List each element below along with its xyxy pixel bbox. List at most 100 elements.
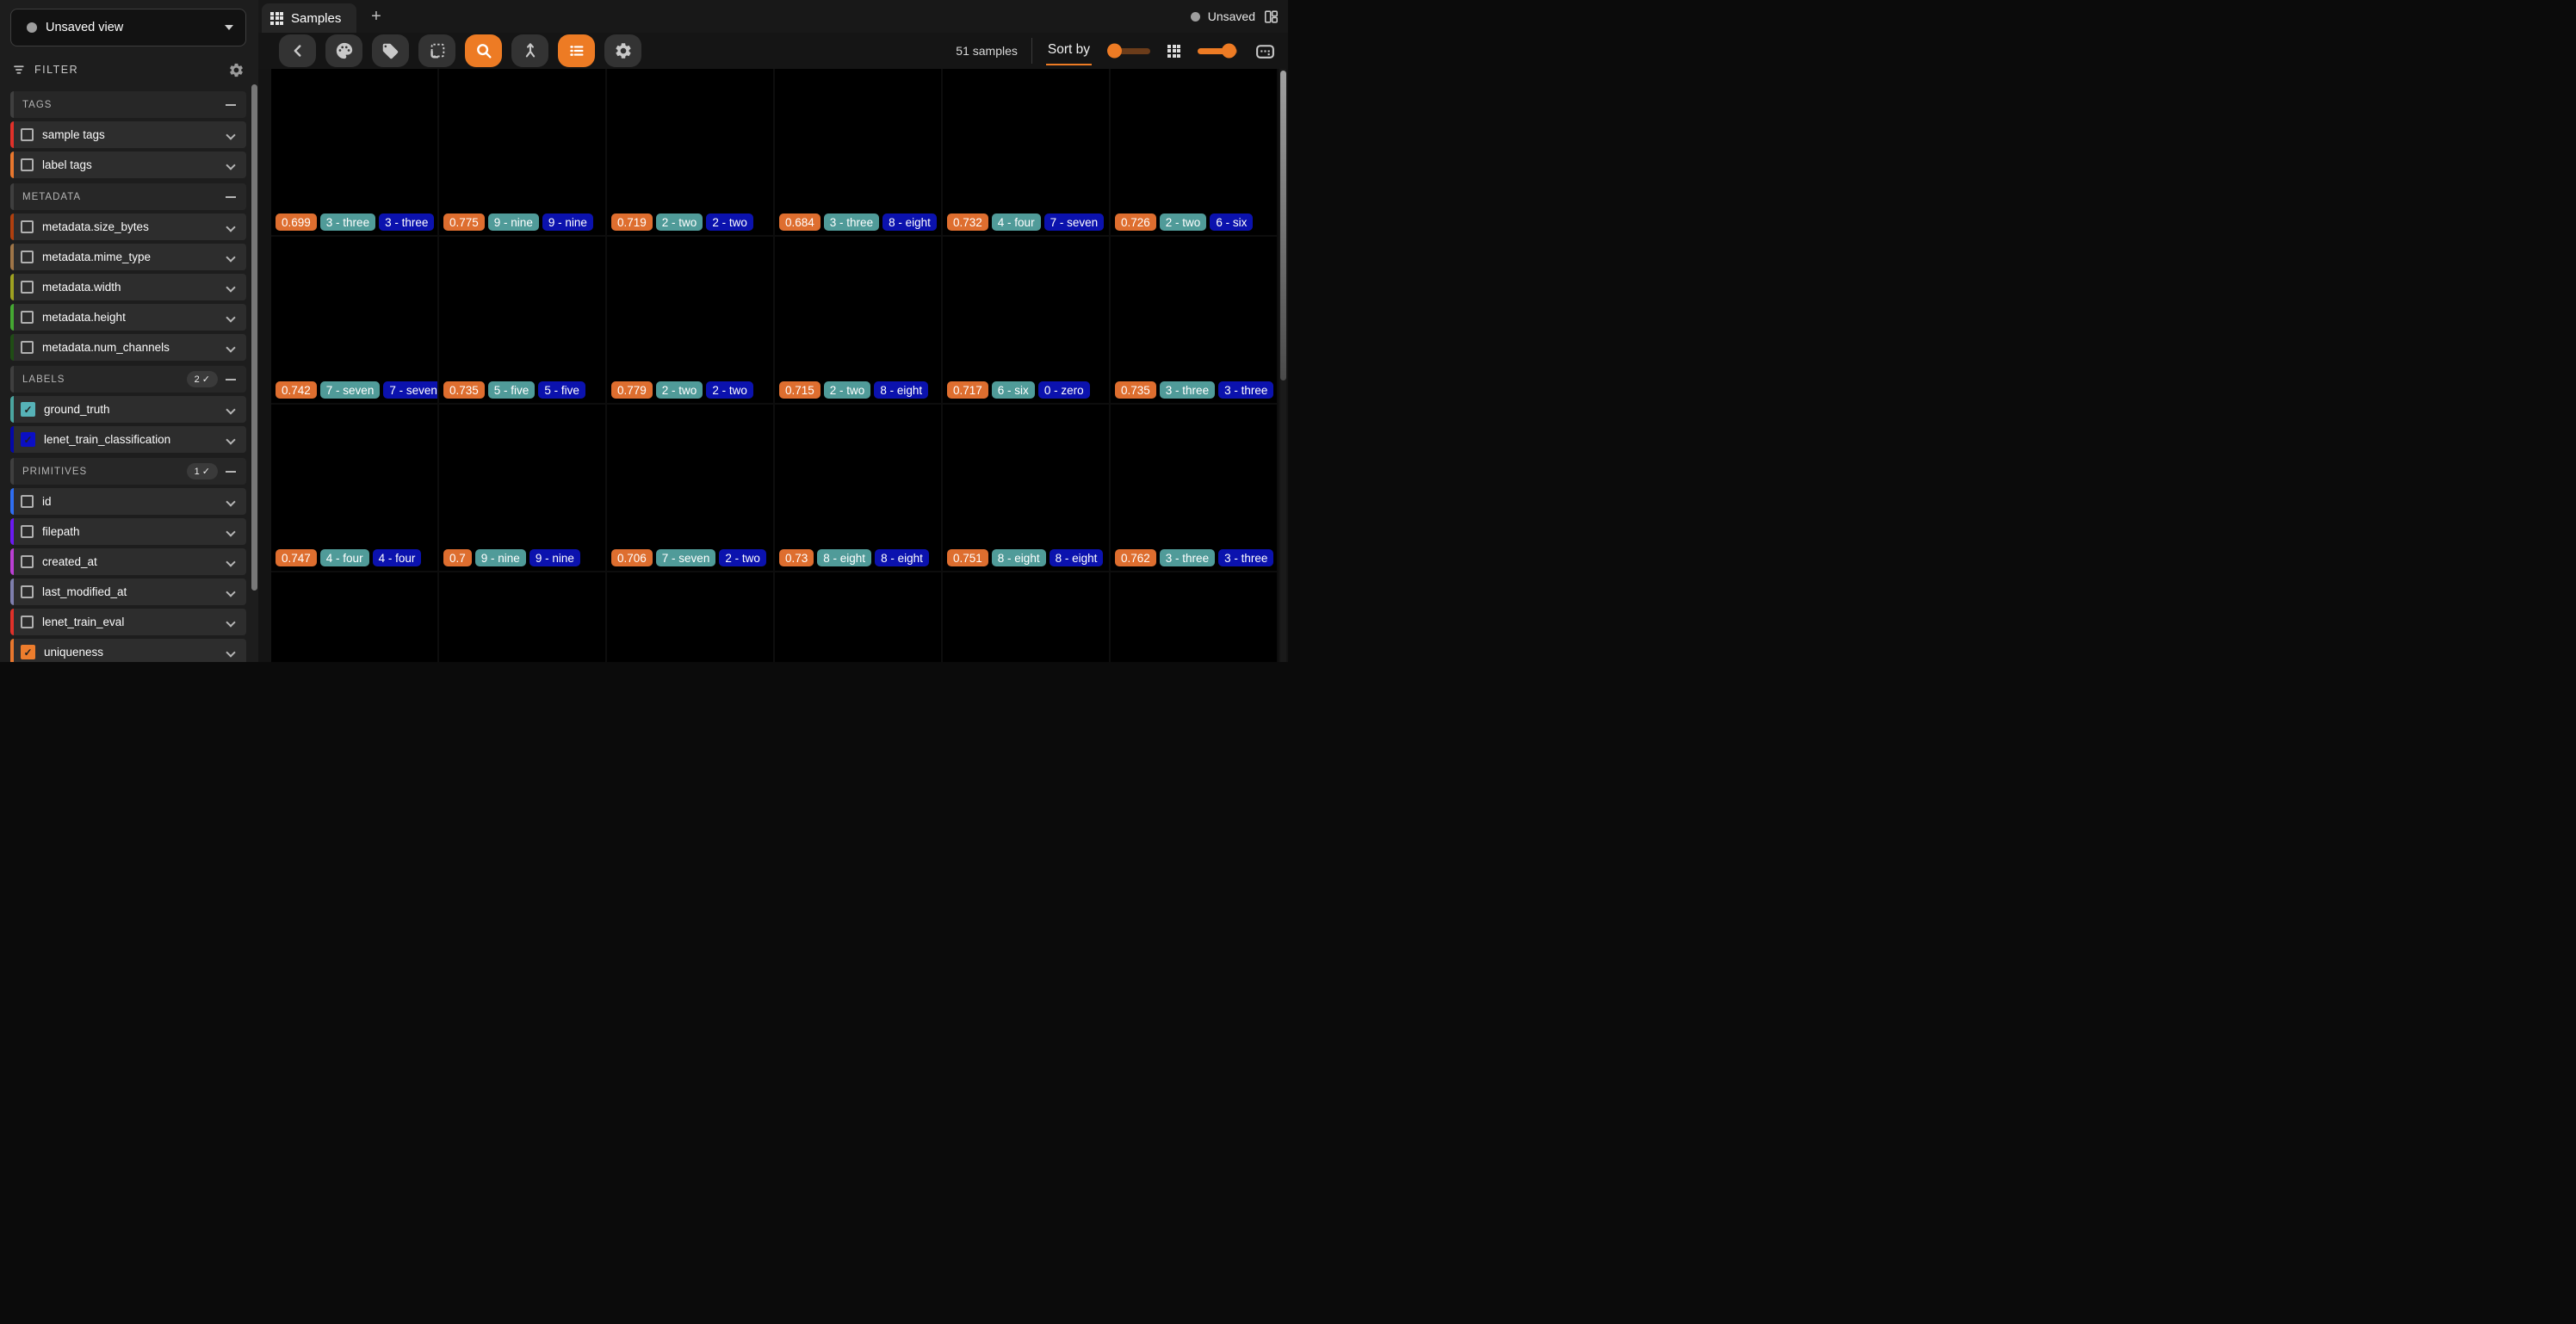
chevron-down-icon[interactable]: [226, 222, 235, 232]
sidebar-section-header-tags[interactable]: TAGS: [10, 91, 246, 118]
sidebar-item-lenet-train-eval[interactable]: lenet_train_eval: [10, 609, 246, 635]
sample-tile[interactable]: 0.751 8 - eight 8 - eight: [943, 405, 1109, 571]
field-checkbox[interactable]: [21, 341, 34, 354]
sidebar-section-header-metadata[interactable]: METADATA: [10, 183, 246, 210]
new-tab-button[interactable]: +: [365, 5, 387, 28]
grid-zoom-slider[interactable]: [1198, 48, 1237, 54]
chevron-down-icon[interactable]: [226, 617, 235, 627]
sidebar-item-uniqueness[interactable]: ✓ uniqueness: [10, 639, 246, 662]
sidebar-item-metadata-num-channels[interactable]: metadata.num_channels: [10, 334, 246, 361]
field-checkbox[interactable]: [21, 495, 34, 508]
grid-scrollbar[interactable]: [1280, 69, 1286, 662]
sample-tile[interactable]: 0.775 9 - nine 9 - nine: [439, 69, 605, 235]
chevron-down-icon[interactable]: [226, 130, 235, 139]
field-checkbox[interactable]: ✓: [21, 402, 35, 417]
collapse-minus-icon[interactable]: [226, 471, 236, 473]
sidebar-item-id[interactable]: id: [10, 488, 246, 515]
settings-button[interactable]: [604, 34, 641, 67]
sample-tile[interactable]: 0.7 9 - nine 9 - nine: [439, 405, 605, 571]
field-checkbox[interactable]: ✓: [21, 432, 35, 447]
sample-tile[interactable]: 0.715 2 - two 8 - eight: [775, 237, 941, 403]
sidebar-item-created-at[interactable]: created_at: [10, 548, 246, 575]
chevron-down-icon[interactable]: [226, 647, 235, 657]
chevron-down-icon[interactable]: [226, 405, 235, 414]
sidebar-item-metadata-size-bytes[interactable]: metadata.size_bytes: [10, 213, 246, 240]
split-view-button[interactable]: [511, 34, 548, 67]
field-checkbox[interactable]: [21, 251, 34, 263]
collapse-minus-icon[interactable]: [226, 104, 236, 106]
sample-tile[interactable]: 0.719 2 - two 2 - two: [607, 69, 773, 235]
slider-knob[interactable]: [1222, 44, 1236, 59]
sample-tile[interactable]: 0.779 2 - two 2 - two: [607, 237, 773, 403]
field-checkbox[interactable]: [21, 281, 34, 294]
sidebar-item-sample-tags[interactable]: sample tags: [10, 121, 246, 148]
sample-tile[interactable]: 0.706 7 - seven 2 - two: [607, 405, 773, 571]
chevron-down-icon[interactable]: [226, 343, 235, 352]
sample-tile[interactable]: [439, 572, 605, 662]
sample-tile[interactable]: 0.73 8 - eight 8 - eight: [775, 405, 941, 571]
chevron-down-icon[interactable]: [226, 252, 235, 262]
sort-by-button[interactable]: Sort by: [1048, 42, 1090, 59]
sample-tile[interactable]: 0.762 3 - three 3 - three: [1111, 405, 1277, 571]
collapse-minus-icon[interactable]: [226, 379, 236, 380]
slider-knob[interactable]: [1107, 44, 1122, 59]
sample-tile[interactable]: 0.699 3 - three 3 - three: [271, 69, 437, 235]
chevron-down-icon[interactable]: [226, 312, 235, 322]
view-selector[interactable]: Unsaved view: [10, 9, 246, 46]
field-checkbox[interactable]: [21, 128, 34, 141]
field-checkbox[interactable]: [21, 525, 34, 538]
back-button[interactable]: [279, 34, 316, 67]
list-view-button[interactable]: [558, 34, 595, 67]
sample-tile[interactable]: 0.735 3 - three 3 - three: [1111, 237, 1277, 403]
sample-tile[interactable]: [607, 572, 773, 662]
sidebar-scrollbar[interactable]: [251, 84, 257, 591]
sidebar-item-last-modified-at[interactable]: last_modified_at: [10, 578, 246, 605]
sidebar-section-header-labels[interactable]: LABELS 2 ✓: [10, 366, 246, 393]
sidebar-item-metadata-width[interactable]: metadata.width: [10, 274, 246, 300]
sidebar-item-filepath[interactable]: filepath: [10, 518, 246, 545]
tag-button[interactable]: [372, 34, 409, 67]
sidebar-item-metadata-mime-type[interactable]: metadata.mime_type: [10, 244, 246, 270]
sample-tile[interactable]: 0.717 6 - six 0 - zero: [943, 237, 1109, 403]
chevron-down-icon[interactable]: [226, 435, 235, 444]
sample-tile[interactable]: 0.742 7 - seven 7 - seven: [271, 237, 437, 403]
workspace-layout-icon[interactable]: [1263, 9, 1279, 25]
tab-samples[interactable]: Samples: [262, 3, 356, 33]
field-checkbox[interactable]: ✓: [21, 645, 35, 659]
sample-tile[interactable]: 0.726 2 - two 6 - six: [1111, 69, 1277, 235]
sample-tile[interactable]: [271, 572, 437, 662]
sidebar-item-label-tags[interactable]: label tags: [10, 152, 246, 178]
grid-resize-slider[interactable]: [1111, 48, 1150, 54]
select-samples-button[interactable]: [418, 34, 455, 67]
sample-tile[interactable]: 0.684 3 - three 8 - eight: [775, 69, 941, 235]
chevron-down-icon[interactable]: [226, 587, 235, 597]
search-button[interactable]: [465, 34, 502, 67]
field-checkbox[interactable]: [21, 616, 34, 628]
chevron-down-icon[interactable]: [226, 527, 235, 536]
sample-tile[interactable]: 0.735 5 - five 5 - five: [439, 237, 605, 403]
color-palette-button[interactable]: [325, 34, 362, 67]
sample-tile[interactable]: 0.732 4 - four 7 - seven: [943, 69, 1109, 235]
sidebar-item-ground-truth[interactable]: ✓ ground_truth: [10, 396, 246, 423]
grid-size-icon[interactable]: [1167, 45, 1180, 58]
field-checkbox[interactable]: [21, 220, 34, 233]
filter-settings-gear-icon[interactable]: [228, 62, 245, 78]
chevron-down-icon[interactable]: [226, 282, 235, 292]
scrollbar-thumb[interactable]: [1280, 71, 1286, 380]
field-checkbox[interactable]: [21, 585, 34, 598]
chevron-down-icon[interactable]: [226, 557, 235, 566]
sidebar-item-metadata-height[interactable]: metadata.height: [10, 304, 246, 331]
sidebar-item-lenet-train-classification[interactable]: ✓ lenet_train_classification: [10, 426, 246, 453]
chevron-down-icon[interactable]: [226, 497, 235, 506]
display-options-icon[interactable]: [1254, 40, 1276, 62]
sample-tile[interactable]: [1111, 572, 1277, 662]
field-checkbox[interactable]: [21, 555, 34, 568]
chevron-down-icon[interactable]: [226, 160, 235, 170]
field-checkbox[interactable]: [21, 158, 34, 171]
sidebar-section-header-primitives[interactable]: PRIMITIVES 1 ✓: [10, 458, 246, 485]
sample-tile[interactable]: 0.747 4 - four 4 - four: [271, 405, 437, 571]
sample-tile[interactable]: [775, 572, 941, 662]
collapse-minus-icon[interactable]: [226, 196, 236, 198]
field-checkbox[interactable]: [21, 311, 34, 324]
sample-tile[interactable]: [943, 572, 1109, 662]
